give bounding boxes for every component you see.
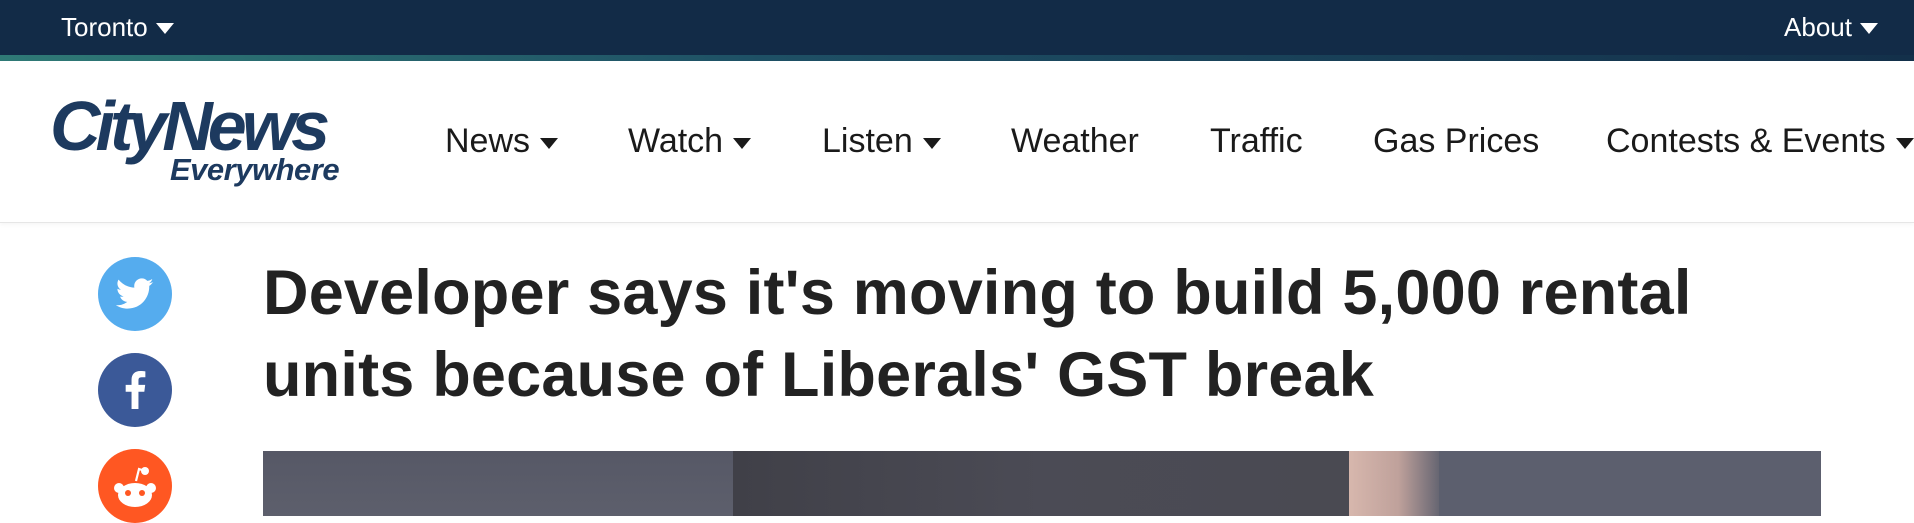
share-twitter-button[interactable] <box>98 257 172 331</box>
chevron-down-icon <box>922 137 941 149</box>
nav-item-listen[interactable]: Listen <box>822 118 941 164</box>
nav-item-watch[interactable]: Watch <box>628 118 752 164</box>
location-label: Toronto <box>61 11 148 42</box>
twitter-icon <box>116 278 154 309</box>
article-headline: Developer says it's moving to build 5,00… <box>263 258 1692 410</box>
nav-item-label: News <box>445 121 531 160</box>
facebook-icon <box>125 371 146 409</box>
logo-tagline: Everywhere <box>170 152 340 187</box>
top-bar: Toronto About <box>0 0 1914 61</box>
nav-item-label: Contests & Events <box>1606 121 1886 160</box>
share-facebook-button[interactable] <box>98 353 172 427</box>
nav-item-label: Traffic <box>1210 121 1303 160</box>
chevron-down-icon <box>155 23 174 34</box>
nav-item-weather[interactable]: Weather <box>1011 118 1139 164</box>
about-dropdown[interactable]: About <box>1784 10 1878 44</box>
reddit-icon <box>114 467 156 507</box>
nav-item-traffic[interactable]: Traffic <box>1210 118 1303 164</box>
nav-item-label: Watch <box>628 121 724 160</box>
share-reddit-button[interactable] <box>98 449 172 523</box>
chevron-down-icon <box>540 137 559 149</box>
location-dropdown[interactable]: Toronto <box>61 10 174 44</box>
nav-item-contests-events[interactable]: Contests & Events <box>1606 118 1914 164</box>
nav-item-news[interactable]: News <box>445 118 559 164</box>
nav-item-label: Gas Prices <box>1373 121 1540 160</box>
nav-item-gas-prices[interactable]: Gas Prices <box>1373 118 1539 164</box>
about-label: About <box>1784 11 1852 42</box>
nav-item-label: Weather <box>1011 121 1139 160</box>
logo-wordmark: CityNews <box>50 87 330 165</box>
chevron-down-icon <box>1860 23 1878 34</box>
chevron-down-icon <box>1895 137 1914 149</box>
chevron-down-icon <box>733 137 752 149</box>
nav-item-label: Listen <box>822 121 913 160</box>
citynews-logo[interactable]: CityNews Everywhere <box>50 91 385 191</box>
article-hero-image[interactable] <box>263 451 1821 516</box>
main-navigation: CityNews Everywhere News Watch Listen We… <box>0 61 1914 223</box>
